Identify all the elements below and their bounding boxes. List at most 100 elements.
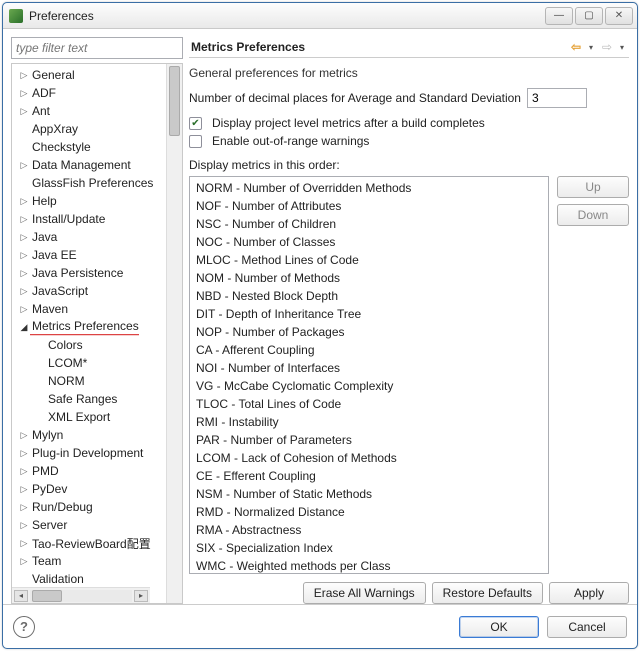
hscroll-track[interactable] xyxy=(30,590,132,602)
list-item[interactable]: NORM - Number of Overridden Methods xyxy=(190,179,548,197)
list-item[interactable]: RMA - Abstractness xyxy=(190,521,548,539)
preferences-tree[interactable]: ▷General▷ADF▷AntAppXrayCheckstyle▷Data M… xyxy=(12,64,166,603)
filter-input[interactable] xyxy=(11,37,183,59)
list-item[interactable]: NOC - Number of Classes xyxy=(190,233,548,251)
arrow-right-icon[interactable]: ▷ xyxy=(18,520,30,531)
ok-button[interactable]: OK xyxy=(459,616,539,638)
move-down-button[interactable]: Down xyxy=(557,204,629,226)
tree-item[interactable]: ▷Run/Debug xyxy=(12,498,166,516)
tree-item[interactable]: Colors xyxy=(12,336,166,354)
metrics-listbox[interactable]: NORM - Number of Overridden MethodsNOF -… xyxy=(189,176,549,574)
tree-item[interactable]: ▷Maven xyxy=(12,300,166,318)
help-icon[interactable]: ? xyxy=(13,616,35,638)
list-item[interactable]: SIX - Specialization Index xyxy=(190,539,548,557)
tree-item[interactable]: ▷Plug-in Development xyxy=(12,444,166,462)
list-item[interactable]: CE - Efferent Coupling xyxy=(190,467,548,485)
tree-item[interactable]: ▷Ant xyxy=(12,102,166,120)
arrow-right-icon[interactable]: ▷ xyxy=(18,268,30,279)
arrow-right-icon[interactable]: ▷ xyxy=(18,232,30,243)
tree-item[interactable]: ▷Java xyxy=(12,228,166,246)
nav-forward-icon[interactable]: ⇨ xyxy=(598,38,616,56)
tree-item[interactable]: GlassFish Preferences xyxy=(12,174,166,192)
tree-item[interactable]: ▷Help xyxy=(12,192,166,210)
list-item[interactable]: PAR - Number of Parameters xyxy=(190,431,548,449)
tree-item[interactable]: ▷JavaScript xyxy=(12,282,166,300)
list-item[interactable]: MLOC - Method Lines of Code xyxy=(190,251,548,269)
outofrange-checkbox[interactable] xyxy=(189,135,202,148)
tree-item[interactable]: ◢Metrics Preferences xyxy=(12,318,166,336)
nav-back-menu-icon[interactable]: ▾ xyxy=(586,43,596,52)
arrow-right-icon[interactable]: ▷ xyxy=(18,538,30,549)
display-metrics-checkbox[interactable] xyxy=(189,117,202,130)
tree-item[interactable]: ▷Install/Update xyxy=(12,210,166,228)
arrow-right-icon[interactable]: ▷ xyxy=(18,160,30,171)
arrow-down-icon[interactable]: ◢ xyxy=(18,322,30,333)
arrow-right-icon[interactable]: ▷ xyxy=(18,430,30,441)
arrow-right-icon[interactable]: ▷ xyxy=(18,250,30,261)
tree-item-label: Install/Update xyxy=(30,212,105,226)
decimal-input[interactable] xyxy=(527,88,587,108)
tree-item[interactable]: ▷Tao-ReviewBoard配置 xyxy=(12,534,166,552)
hscroll-thumb[interactable] xyxy=(32,590,62,602)
list-item[interactable]: NSM - Number of Static Methods xyxy=(190,485,548,503)
nav-forward-menu-icon[interactable]: ▾ xyxy=(617,43,627,52)
list-item[interactable]: NSC - Number of Children xyxy=(190,215,548,233)
vscroll-thumb[interactable] xyxy=(169,66,180,136)
list-item[interactable]: TLOC - Total Lines of Code xyxy=(190,395,548,413)
list-item[interactable]: WMC - Weighted methods per Class xyxy=(190,557,548,574)
maximize-button[interactable]: ▢ xyxy=(575,7,603,25)
tree-item[interactable]: XML Export xyxy=(12,408,166,426)
arrow-right-icon[interactable]: ▷ xyxy=(18,556,30,567)
tree-item[interactable]: Safe Ranges xyxy=(12,390,166,408)
tree-item[interactable]: ▷PyDev xyxy=(12,480,166,498)
apply-button[interactable]: Apply xyxy=(549,582,629,604)
scroll-right-icon[interactable]: ▸ xyxy=(134,590,148,602)
tree-item[interactable]: AppXray xyxy=(12,120,166,138)
erase-warnings-button[interactable]: Erase All Warnings xyxy=(303,582,426,604)
scroll-left-icon[interactable]: ◂ xyxy=(14,590,28,602)
list-item[interactable]: RMD - Normalized Distance xyxy=(190,503,548,521)
tree-item[interactable]: ▷ADF xyxy=(12,84,166,102)
arrow-right-icon[interactable]: ▷ xyxy=(18,448,30,459)
tree-hscrollbar[interactable]: ◂ ▸ xyxy=(12,587,150,603)
restore-defaults-button[interactable]: Restore Defaults xyxy=(432,582,543,604)
arrow-right-icon[interactable]: ▷ xyxy=(18,466,30,477)
list-item[interactable]: RMI - Instability xyxy=(190,413,548,431)
list-item[interactable]: NOP - Number of Packages xyxy=(190,323,548,341)
move-up-button[interactable]: Up xyxy=(557,176,629,198)
arrow-right-icon[interactable]: ▷ xyxy=(18,484,30,495)
arrow-right-icon[interactable]: ▷ xyxy=(18,106,30,117)
close-button[interactable]: ✕ xyxy=(605,7,633,25)
tree-item[interactable]: NORM xyxy=(12,372,166,390)
arrow-right-icon[interactable]: ▷ xyxy=(18,70,30,81)
tree-item[interactable]: LCOM* xyxy=(12,354,166,372)
arrow-right-icon[interactable]: ▷ xyxy=(18,88,30,99)
list-item[interactable]: NOI - Number of Interfaces xyxy=(190,359,548,377)
arrow-right-icon[interactable]: ▷ xyxy=(18,286,30,297)
tree-item[interactable]: ▷Mylyn xyxy=(12,426,166,444)
tree-item[interactable]: ▷Server xyxy=(12,516,166,534)
list-item[interactable]: NBD - Nested Block Depth xyxy=(190,287,548,305)
list-item[interactable]: DIT - Depth of Inheritance Tree xyxy=(190,305,548,323)
list-item[interactable]: NOF - Number of Attributes xyxy=(190,197,548,215)
tree-item[interactable]: ▷Data Management xyxy=(12,156,166,174)
list-item[interactable]: LCOM - Lack of Cohesion of Methods xyxy=(190,449,548,467)
cancel-button[interactable]: Cancel xyxy=(547,616,627,638)
tree-item[interactable]: ▷General xyxy=(12,66,166,84)
tree-item[interactable]: Checkstyle xyxy=(12,138,166,156)
arrow-right-icon[interactable]: ▷ xyxy=(18,196,30,207)
list-item[interactable]: VG - McCabe Cyclomatic Complexity xyxy=(190,377,548,395)
tree-item[interactable]: ▷PMD xyxy=(12,462,166,480)
arrow-right-icon[interactable]: ▷ xyxy=(18,214,30,225)
tree-item[interactable]: ▷Java EE xyxy=(12,246,166,264)
arrow-right-icon[interactable]: ▷ xyxy=(18,502,30,513)
list-item[interactable]: CA - Afferent Coupling xyxy=(190,341,548,359)
tree-vscrollbar[interactable] xyxy=(166,64,182,603)
tree-item[interactable]: ▷Java Persistence xyxy=(12,264,166,282)
minimize-button[interactable]: — xyxy=(545,7,573,25)
tree-item[interactable]: Validation xyxy=(12,570,166,588)
arrow-right-icon[interactable]: ▷ xyxy=(18,304,30,315)
nav-back-icon[interactable]: ⇦ xyxy=(567,38,585,56)
list-item[interactable]: NOM - Number of Methods xyxy=(190,269,548,287)
tree-item[interactable]: ▷Team xyxy=(12,552,166,570)
